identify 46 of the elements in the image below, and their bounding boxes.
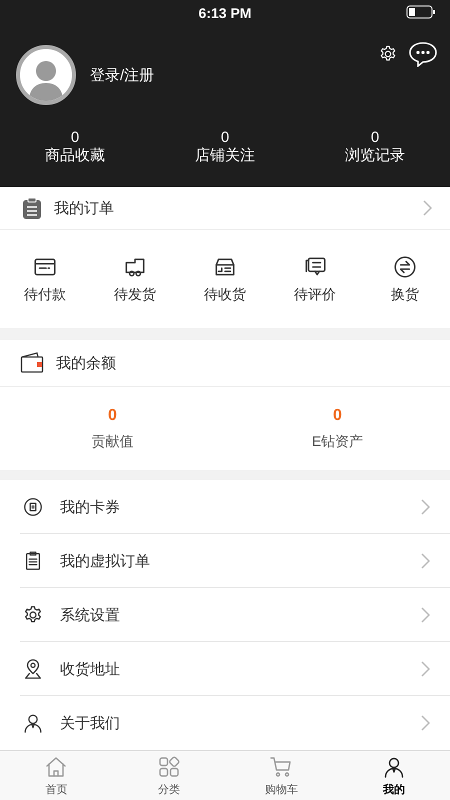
chevron-right-icon [420, 715, 430, 731]
exchange-icon [392, 254, 418, 280]
tab[interactable]: 首页 [0, 751, 112, 800]
stat-count: 0 [70, 129, 80, 147]
balance-label: E钻资产 [312, 432, 364, 450]
chevron-right-icon [422, 200, 432, 216]
section-title: 我的订单 [54, 198, 115, 218]
balance-value: 0 [108, 406, 117, 424]
menu-item[interactable]: 关于我们 [0, 696, 450, 750]
chevron-right-icon [420, 553, 430, 569]
order-status-link[interactable]: 待付款 [24, 286, 66, 304]
menu-item[interactable]: 我的虚拟订单 [0, 534, 450, 588]
stat-count: 0 [220, 129, 230, 147]
order-status-link[interactable]: 待发货 [114, 286, 156, 304]
status-time: 6:13 PM [198, 4, 252, 20]
balance-label: 贡献值 [92, 432, 134, 450]
order-status-link[interactable]: 换货 [391, 286, 419, 304]
tab[interactable]: 我的 [338, 751, 450, 800]
chevron-right-icon [420, 661, 430, 677]
stat-label[interactable]: 商品收藏 [45, 147, 105, 165]
location-pin-icon [22, 658, 44, 680]
clipboard-icon [20, 196, 44, 220]
stat-label[interactable]: 浏览记录 [345, 147, 405, 165]
home-icon [44, 754, 68, 778]
orders-header[interactable]: 我的订单 [0, 187, 450, 230]
tab[interactable]: 购物车 [225, 751, 338, 800]
stat-count: 0 [370, 129, 380, 147]
cart-icon [269, 754, 294, 778]
message-icon[interactable] [408, 41, 438, 67]
tab[interactable]: 分类 [112, 751, 225, 800]
chevron-right-icon [420, 607, 430, 623]
chevron-right-icon [420, 499, 430, 515]
battery-icon [406, 5, 436, 19]
balance-value: 0 [333, 406, 342, 424]
person-icon [22, 712, 44, 734]
login-link[interactable]: 登录/注册 [90, 66, 154, 84]
coupon-icon [22, 496, 44, 518]
menu-item[interactable]: 系统设置 [0, 588, 450, 642]
menu-item[interactable]: 收货地址 [0, 642, 450, 696]
order-status-link[interactable]: 待评价 [294, 286, 336, 304]
stat-label[interactable]: 店铺关注 [195, 147, 255, 165]
menu-item[interactable]: 我的卡券 [0, 480, 450, 534]
wallet-icon [20, 352, 44, 374]
grid-icon [156, 754, 181, 778]
order-status-link[interactable]: 待收货 [204, 286, 246, 304]
section-title: 我的余额 [56, 354, 116, 372]
